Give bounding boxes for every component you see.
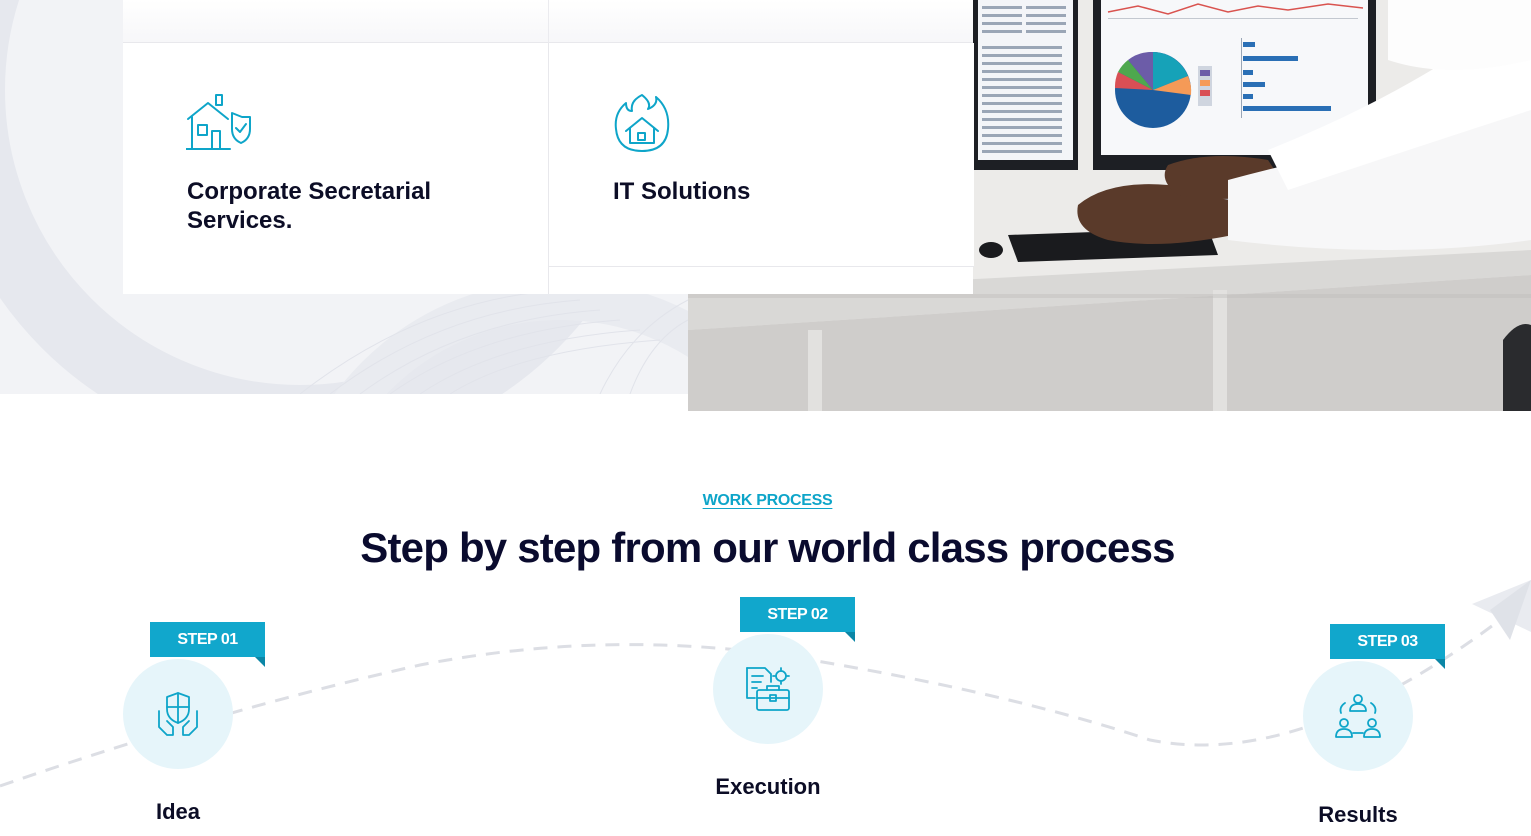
service-card-title[interactable]: Corporate Secretarial Services. [187,177,487,235]
services-card-grid: Corporate Secretarial Services. IT Solut… [123,0,974,294]
step-tag: STEP 01 [150,622,265,667]
house-shield-icon [185,93,252,155]
step-tag: STEP 02 [740,597,855,642]
step-label: Idea [155,799,201,824]
step-label: Execution [715,774,821,799]
service-card-corporate-secretarial[interactable]: Corporate Secretarial Services. [123,43,549,294]
house-fire-icon [612,91,678,153]
briefcase-documents-icon [746,667,790,711]
service-card-it-solutions[interactable]: IT Solutions [548,43,974,267]
shield-hands-icon [158,692,198,736]
team-icon [1335,694,1381,738]
card-top-left [123,0,549,43]
step-circle [713,634,823,744]
paper-plane-icon [1472,580,1531,640]
step-label: Results [1318,802,1398,827]
section-eyebrow: WORK PROCESS [702,492,833,509]
card-top-right [549,0,973,43]
step-circle [1303,661,1413,771]
step-tag: STEP 03 [1330,624,1445,669]
service-card-title[interactable]: IT Solutions [613,177,913,206]
step-circle [123,659,233,769]
